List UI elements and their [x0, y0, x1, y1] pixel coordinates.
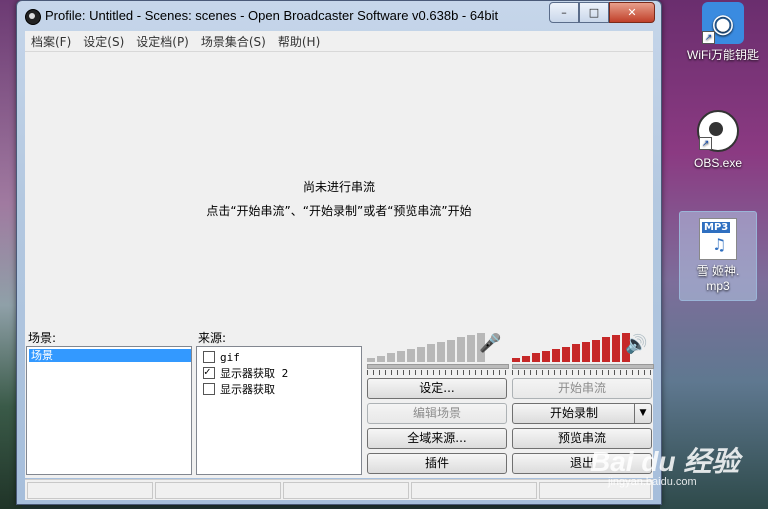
sources-label: 来源:: [198, 331, 227, 345]
status-panel: [155, 482, 281, 499]
meter-bar: [427, 344, 435, 362]
not-streaming-message: 尚未进行串流: [302, 180, 375, 194]
maximize-button[interactable]: □: [579, 2, 609, 23]
mic-slider-ticks: [367, 370, 507, 375]
minimize-button[interactable]: –: [549, 2, 579, 23]
mp3-label-line2: mp3: [706, 279, 730, 293]
obs-exe-desktop-icon[interactable]: ↗ OBS.exe: [680, 110, 756, 170]
status-bar: [25, 479, 653, 500]
client-area: 尚未进行串流 点击“开始串流”、“开始录制”或者“预览串流”开始 场景: 场景 …: [25, 52, 654, 478]
wifi-key-desktop-icon[interactable]: ◉ ↗ WiFi万能钥匙: [680, 2, 766, 63]
desktop-volume-meter: [512, 332, 630, 362]
meter-bar: [467, 335, 475, 362]
meter-bar: [612, 335, 620, 362]
start-recording-button[interactable]: 开始录制 ▼: [512, 403, 652, 424]
menu-settings[interactable]: 设定(S): [77, 33, 130, 50]
baidu-watermark: Bai du 经验 jingyan.baidu.com: [590, 440, 740, 488]
settings-button[interactable]: 设定...: [367, 378, 507, 399]
watermark-brand: Bai du 经验: [590, 446, 740, 477]
mp3-tag: MP3: [702, 222, 731, 233]
meter-bar: [512, 358, 520, 362]
meter-bar: [377, 355, 385, 362]
menu-profiles[interactable]: 设定档(P): [130, 33, 195, 50]
music-note-icon: ♫: [712, 235, 727, 254]
obs-icon-label: OBS.exe: [693, 156, 743, 170]
meter-bar: [387, 353, 395, 362]
source-item[interactable]: 显示器获取: [203, 381, 275, 397]
caption-buttons: – □ ✕: [549, 2, 655, 23]
close-button[interactable]: ✕: [609, 2, 655, 23]
scenes-label: 场景:: [28, 331, 57, 345]
meter-bar: [582, 341, 590, 362]
source-name: 显示器获取 2: [220, 367, 289, 380]
start-recording-label: 开始录制: [549, 406, 598, 420]
mp3-file-icon: MP3 ♫: [699, 218, 737, 260]
meter-bar: [522, 355, 530, 362]
meter-bar: [562, 346, 570, 362]
mp3-label-line1: 雪 姬神.: [696, 264, 740, 278]
speaker-icon[interactable]: 🔊: [625, 334, 647, 355]
menu-help[interactable]: 帮助(H): [272, 33, 326, 50]
status-panel: [283, 482, 409, 499]
wifi-icon-label: WiFi万能钥匙: [687, 48, 759, 62]
source-name: gif: [220, 350, 240, 364]
obs-app-icon: [25, 9, 41, 25]
start-hint-message: 点击“开始串流”、“开始录制”或者“预览串流”开始: [206, 204, 472, 218]
meter-bar: [447, 339, 455, 362]
source-name: 显示器获取: [220, 383, 275, 396]
mic-volume-meter: [367, 332, 485, 362]
source-checkbox[interactable]: [203, 383, 215, 395]
source-item[interactable]: 显示器获取 2: [203, 365, 288, 381]
plugins-button[interactable]: 插件: [367, 453, 507, 474]
recording-dropdown-arrow-icon[interactable]: ▼: [634, 404, 651, 423]
status-panel: [411, 482, 537, 499]
global-sources-button[interactable]: 全域来源...: [367, 428, 507, 449]
meter-bar: [437, 341, 445, 362]
obs-window: Profile: Untitled - Scenes: scenes - Ope…: [16, 0, 662, 505]
desktop-volume-slider[interactable]: [512, 364, 654, 369]
scenes-list[interactable]: 场景: [26, 346, 192, 475]
mic-volume-slider[interactable]: [367, 364, 509, 369]
microphone-icon[interactable]: 🎤: [479, 333, 501, 354]
watermark-url: jingyan.baidu.com: [608, 476, 697, 488]
sources-list[interactable]: gif 显示器获取 2 显示器获取: [196, 346, 362, 475]
desktop-slider-ticks: [512, 370, 652, 375]
mp3-file-desktop-icon[interactable]: MP3 ♫ 雪 姬神. mp3: [679, 211, 757, 301]
start-stream-button[interactable]: 开始串流: [512, 378, 652, 399]
meter-bar: [367, 358, 375, 362]
meter-bar: [542, 351, 550, 362]
meter-bar: [552, 348, 560, 362]
window-title: Profile: Untitled - Scenes: scenes - Ope…: [45, 8, 499, 23]
edit-scene-button[interactable]: 编辑场景: [367, 403, 507, 424]
menu-file[interactable]: 档案(F): [25, 33, 77, 50]
meter-bar: [407, 348, 415, 362]
shortcut-arrow-icon: ↗: [702, 31, 715, 44]
wifi-icon: ◉ ↗: [702, 2, 744, 44]
source-checkbox[interactable]: [203, 351, 215, 363]
meter-bar: [592, 339, 600, 362]
meter-bar: [397, 351, 405, 362]
status-panel: [27, 482, 153, 499]
shortcut-arrow-icon: ↗: [699, 137, 712, 150]
meter-bar: [417, 346, 425, 362]
meter-bar: [602, 337, 610, 362]
meter-bar: [532, 353, 540, 362]
meter-bar: [572, 344, 580, 362]
title-bar[interactable]: Profile: Untitled - Scenes: scenes - Ope…: [17, 1, 661, 31]
source-checkbox-checked[interactable]: [203, 365, 215, 379]
scene-item-selected[interactable]: 场景: [29, 349, 191, 362]
meter-bar: [457, 337, 465, 362]
obs-icon: ↗: [697, 110, 739, 152]
preview-area: 尚未进行串流 点击“开始串流”、“开始录制”或者“预览串流”开始: [25, 52, 653, 324]
menu-bar: 档案(F) 设定(S) 设定档(P) 场景集合(S) 帮助(H): [25, 31, 653, 52]
menu-scene-collections[interactable]: 场景集合(S): [195, 33, 272, 50]
mp3-label: 雪 姬神. mp3: [680, 262, 756, 293]
source-item[interactable]: gif: [203, 349, 240, 365]
